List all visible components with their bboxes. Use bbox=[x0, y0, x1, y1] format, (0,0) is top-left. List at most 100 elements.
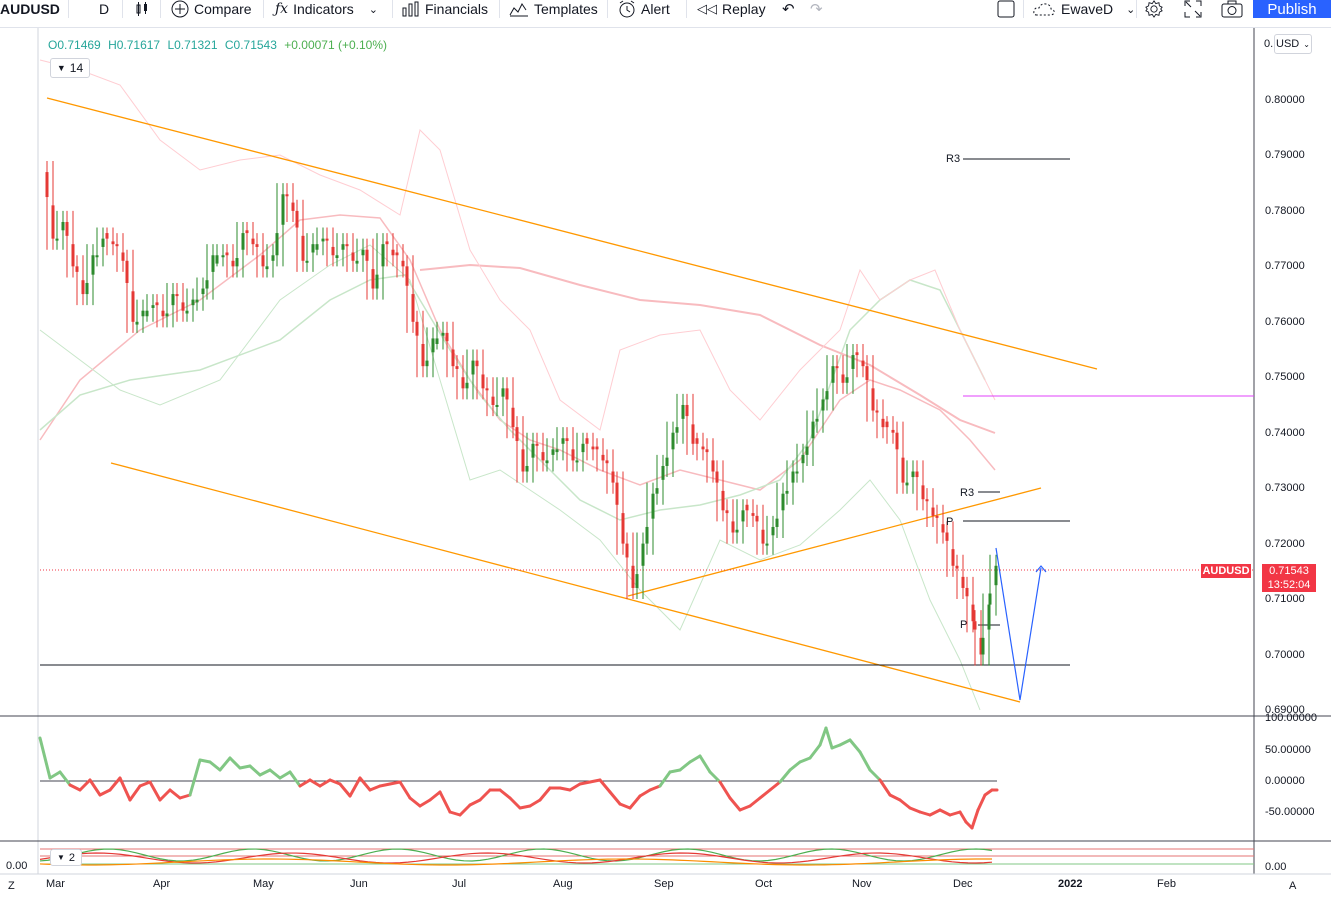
indicators-button[interactable]: ƒx Indicators ⌄ bbox=[275, 0, 378, 18]
toolbar-divider bbox=[263, 0, 264, 18]
candle-body bbox=[435, 338, 439, 344]
oscillator-segment bbox=[868, 768, 882, 782]
price-tick-label: 0.73000 bbox=[1265, 482, 1305, 495]
replay-icon: ◁◁ bbox=[697, 1, 717, 16]
candle-body bbox=[895, 432, 899, 450]
candle-body bbox=[515, 427, 519, 442]
candle-body bbox=[641, 543, 645, 566]
candle-body bbox=[161, 310, 165, 317]
oscillator-segment bbox=[938, 808, 952, 817]
candle-body bbox=[715, 471, 719, 483]
band-long-ma bbox=[419, 263, 996, 434]
candle-body bbox=[988, 593, 992, 605]
chart-type-button[interactable] bbox=[134, 0, 150, 18]
compare-button[interactable]: Compare bbox=[171, 0, 252, 18]
toolbar-divider bbox=[1136, 0, 1137, 18]
candle-body bbox=[475, 360, 479, 367]
oscillator-segment bbox=[628, 794, 642, 810]
indicator-collapse-button[interactable]: ▼ 14 bbox=[50, 58, 90, 78]
candle-body bbox=[111, 241, 115, 245]
oscillator-segment bbox=[68, 783, 82, 792]
templates-button[interactable]: Templates bbox=[509, 0, 598, 18]
candle-body bbox=[645, 526, 649, 544]
price-tick-label: 0.72000 bbox=[1265, 537, 1305, 550]
price-tick-label: 0.70000 bbox=[1265, 648, 1305, 661]
candle-body bbox=[381, 244, 385, 267]
layout-button[interactable] bbox=[997, 0, 1015, 18]
oscillator-segment bbox=[778, 768, 792, 784]
timezone-button[interactable]: Z bbox=[8, 880, 15, 892]
undo-button[interactable]: ↶ bbox=[782, 0, 795, 18]
toolbar-divider bbox=[122, 0, 123, 18]
candle-body bbox=[931, 507, 935, 516]
price-tick-label: 0.80000 bbox=[1265, 94, 1305, 106]
candle-body bbox=[141, 310, 145, 317]
candle-body bbox=[821, 399, 825, 411]
candle-body bbox=[635, 574, 639, 588]
snapshot-button[interactable] bbox=[1221, 0, 1243, 18]
layout-name-button[interactable]: EwaveD ⌄ bbox=[1032, 0, 1135, 18]
candle-body bbox=[525, 465, 529, 472]
candle-body bbox=[181, 302, 185, 311]
candle-body bbox=[671, 432, 675, 450]
candle-body bbox=[345, 244, 349, 247]
oscillator-segment bbox=[388, 780, 402, 786]
candle-body bbox=[195, 299, 199, 303]
redo-button[interactable]: ↷ bbox=[810, 0, 823, 18]
oscillator-segment bbox=[578, 780, 592, 786]
candle-body bbox=[421, 343, 425, 367]
oscillator-line bbox=[38, 726, 999, 830]
candle-body bbox=[191, 299, 195, 306]
price-tick-label: 0.79000 bbox=[1265, 149, 1305, 162]
symbol-search[interactable]: AUDUSD bbox=[0, 0, 60, 18]
oscillator-segment bbox=[428, 790, 442, 802]
candle-body bbox=[781, 493, 785, 511]
interval-button[interactable]: D bbox=[99, 0, 109, 18]
candle-body bbox=[365, 249, 369, 261]
time-tick-label: Nov bbox=[852, 878, 872, 890]
candle-body bbox=[85, 282, 89, 295]
legend-open: O0.71469 bbox=[48, 38, 101, 52]
candle-body bbox=[105, 233, 109, 239]
pivot-r3-label: R3 bbox=[960, 487, 975, 499]
oscillator-segment bbox=[818, 726, 828, 747]
candle-body bbox=[45, 172, 49, 198]
alert-button[interactable]: Alert bbox=[618, 0, 670, 18]
replay-button[interactable]: ◁◁ Replay bbox=[697, 0, 766, 18]
fullscreen-button[interactable] bbox=[1184, 0, 1202, 18]
chevron-down-icon: ⌄ bbox=[368, 3, 378, 16]
candle-body bbox=[835, 366, 839, 369]
financials-button[interactable]: Financials bbox=[402, 0, 488, 18]
lower-pane-collapse-button[interactable]: ▼ 2 bbox=[50, 849, 82, 866]
candle-body bbox=[235, 258, 239, 267]
oscillator-segment bbox=[218, 756, 232, 772]
oscillator-segment bbox=[228, 756, 242, 770]
candle-body bbox=[121, 252, 125, 261]
candle-body bbox=[505, 388, 509, 400]
candle-body bbox=[431, 338, 435, 353]
chart-canvas[interactable] bbox=[0, 0, 1331, 901]
oscillator-segment bbox=[418, 798, 432, 808]
candle-body bbox=[545, 460, 549, 464]
toolbar-divider bbox=[392, 0, 393, 18]
publish-button[interactable]: Publish bbox=[1253, 0, 1331, 18]
pivot-r3-label: R3 bbox=[946, 153, 961, 165]
candle-body bbox=[621, 513, 625, 544]
symbol-label: AUDUSD bbox=[0, 1, 60, 17]
auto-scale-button[interactable]: A bbox=[1289, 880, 1296, 892]
ohlc-legend: O0.71469 H0.71617 L0.71321 C0.71543 +0.0… bbox=[48, 38, 391, 52]
candle-body bbox=[321, 238, 325, 242]
candle-body bbox=[331, 246, 335, 256]
alert-icon bbox=[618, 0, 636, 18]
candle-body bbox=[461, 377, 465, 389]
settings-button[interactable] bbox=[1144, 0, 1164, 18]
plus-circle-icon bbox=[171, 0, 189, 18]
candle-body bbox=[905, 482, 909, 486]
currency-selector[interactable]: USD ⌄ bbox=[1274, 34, 1312, 54]
candle-body bbox=[655, 488, 659, 494]
price-tick-label: 0.76000 bbox=[1265, 315, 1305, 328]
toolbar-divider bbox=[68, 0, 69, 18]
candle-body bbox=[575, 460, 579, 463]
templates-label: Templates bbox=[534, 1, 598, 17]
candle-body bbox=[535, 443, 539, 446]
